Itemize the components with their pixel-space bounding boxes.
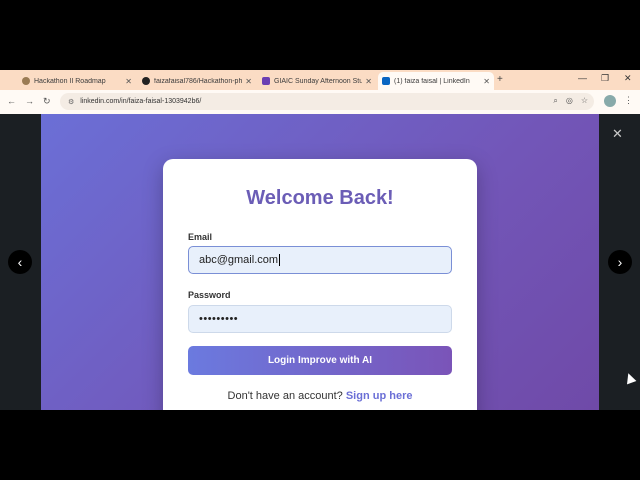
tab-title: (1) faiza faisal | LinkedIn — [394, 77, 470, 85]
tab-favicon — [262, 77, 270, 85]
password-field[interactable]: ••••••••• — [188, 305, 452, 333]
letterbox-top — [0, 0, 640, 70]
page-title: Welcome Back! — [246, 187, 394, 209]
image-viewer: Welcome Back! Email abc@gmail.com Passwo… — [0, 114, 640, 410]
profile-avatar[interactable] — [604, 95, 616, 107]
tab-hackathon-roadmap[interactable]: Hackathon II Roadmap ✕ — [18, 72, 136, 90]
zoom-icon[interactable]: ⌕ — [553, 96, 557, 106]
password-label: Password — [188, 290, 231, 300]
email-field[interactable]: abc@gmail.com — [188, 246, 452, 274]
tab-strip: Hackathon II Roadmap ✕ faizafaisal786/Ha… — [0, 70, 640, 90]
previous-image-button[interactable]: ‹ — [8, 250, 32, 274]
browser-chrome: Hackathon II Roadmap ✕ faizafaisal786/Ha… — [0, 70, 640, 114]
letterbox-bottom — [0, 410, 640, 480]
reload-icon[interactable]: ↻ — [43, 96, 51, 107]
close-tab-icon[interactable]: ✕ — [483, 77, 490, 86]
restore-icon[interactable]: ❐ — [601, 73, 609, 84]
close-tab-icon[interactable]: ✕ — [125, 77, 132, 86]
new-tab-button[interactable]: + — [497, 74, 503, 85]
site-settings-icon[interactable]: ⚙ — [68, 98, 74, 106]
tab-favicon — [22, 77, 30, 85]
close-viewer-icon[interactable]: ✕ — [612, 126, 623, 142]
password-value: ••••••••• — [199, 313, 239, 325]
text-caret — [279, 254, 281, 266]
menu-kebab-icon[interactable]: ⋮ — [624, 95, 633, 106]
linkedin-icon — [382, 77, 390, 85]
login-card: Welcome Back! Email abc@gmail.com Passwo… — [163, 159, 477, 410]
login-button[interactable]: Login Improve with AI — [188, 346, 452, 375]
tab-github[interactable]: faizafaisal786/Hackathon-phas ✕ — [138, 72, 256, 90]
post-image: Welcome Back! Email abc@gmail.com Passwo… — [41, 114, 599, 410]
signup-text: Don't have an account? — [227, 390, 343, 402]
signup-prompt: Don't have an account? Sign up here — [163, 390, 477, 402]
close-tab-icon[interactable]: ✕ — [245, 77, 252, 86]
email-label: Email — [188, 232, 213, 242]
minimize-icon[interactable]: — — [578, 73, 587, 83]
back-icon[interactable]: ← — [7, 96, 16, 106]
github-icon — [142, 77, 150, 85]
tab-title: GIAIC Sunday Afternoon Studen — [274, 77, 363, 85]
next-image-button[interactable]: › — [608, 250, 632, 274]
eye-off-icon[interactable]: ◎ — [566, 96, 573, 106]
tab-giaic[interactable]: GIAIC Sunday Afternoon Studen ✕ — [258, 72, 376, 90]
address-url: linkedin.com/in/faiza-faisal-1303942b6/ — [80, 98, 202, 105]
tab-title: Hackathon II Roadmap — [34, 77, 106, 85]
close-tab-icon[interactable]: ✕ — [365, 77, 372, 86]
email-value: abc@gmail.com — [199, 254, 279, 266]
address-bar[interactable]: ⚙ linkedin.com/in/faiza-faisal-1303942b6… — [60, 93, 594, 110]
forward-icon[interactable]: → — [25, 96, 34, 106]
tab-linkedin[interactable]: (1) faiza faisal | LinkedIn ✕ — [378, 72, 494, 90]
bookmark-star-icon[interactable]: ☆ — [581, 96, 588, 106]
mouse-pointer-icon — [623, 371, 637, 385]
close-window-icon[interactable]: ✕ — [624, 73, 632, 84]
tab-title: faizafaisal786/Hackathon-phas — [154, 77, 243, 85]
address-row: ← → ↻ ⚙ linkedin.com/in/faiza-faisal-130… — [0, 90, 640, 114]
signup-link[interactable]: Sign up here — [346, 390, 413, 402]
